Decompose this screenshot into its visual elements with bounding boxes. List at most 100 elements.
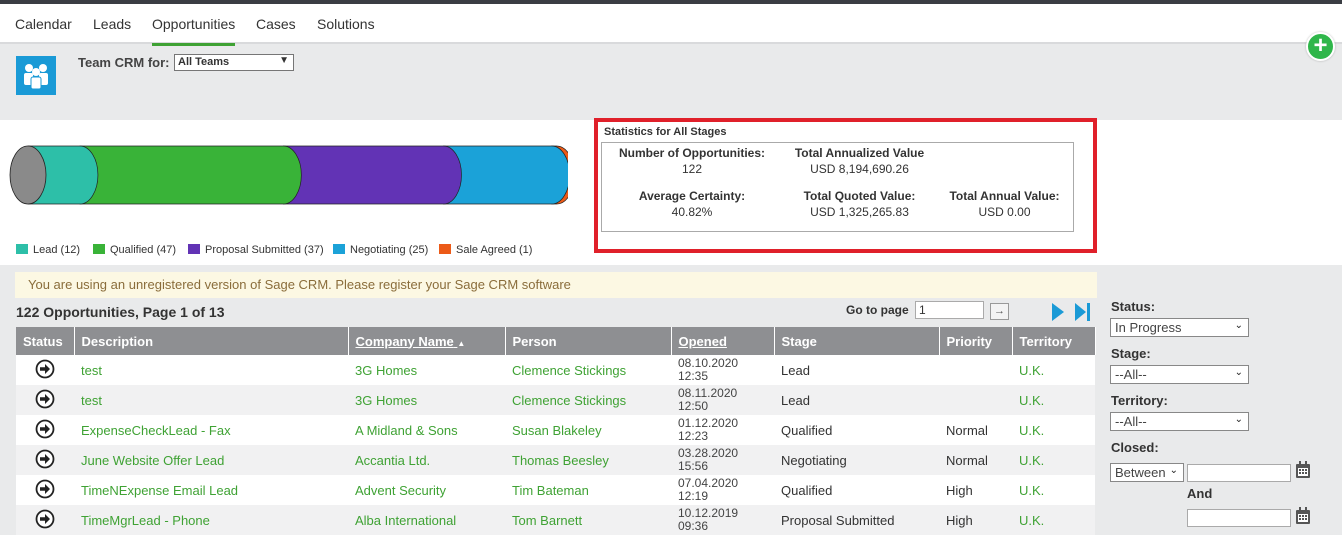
table-row[interactable]: TimeMgrLead - Phone Alba International Tom…: [16, 505, 1095, 535]
legend-item-qualified: Qualified (47): [93, 244, 176, 256]
description-link[interactable]: TimeMgrLead - Phone: [74, 505, 348, 535]
company-link[interactable]: Alba International: [348, 505, 505, 535]
closed-to-input[interactable]: [1187, 509, 1291, 527]
company-link[interactable]: Advent Security: [348, 475, 505, 505]
table-row[interactable]: TimeNExpense Email Lead Advent Security Ti…: [16, 475, 1095, 505]
filter-territory-value: --All--: [1115, 414, 1147, 429]
description-link[interactable]: June Website Offer Lead: [74, 445, 348, 475]
new-opportunity-button[interactable]: +: [1306, 32, 1335, 61]
description-link[interactable]: test: [74, 355, 348, 385]
stat-value: 122: [681, 162, 703, 176]
chevron-down-icon: ⌄: [1169, 465, 1178, 476]
description-link[interactable]: TimeNExpense Email Lead: [74, 475, 348, 505]
legend-swatch: [439, 244, 451, 254]
status-cell: [16, 445, 74, 475]
team-select[interactable]: All Teams ▼: [174, 54, 294, 71]
stat-label: Number of Opportunities:: [619, 146, 765, 160]
tab-opportunities[interactable]: Opportunities: [152, 16, 235, 32]
territory-link[interactable]: U.K.: [1012, 475, 1095, 505]
filter-closed-mode-select[interactable]: Between ⌄: [1110, 463, 1184, 482]
col-territory: Territory: [1012, 327, 1096, 355]
person-link[interactable]: Susan Blakeley: [505, 415, 671, 445]
arrow-circle-icon[interactable]: [35, 419, 55, 439]
legend-item-lead: Lead (12): [16, 244, 80, 256]
chevron-down-icon: ▼: [279, 55, 289, 66]
priority-cell: Normal: [939, 445, 1012, 475]
pipeline-segment-proposal-submitted[interactable]: [282, 145, 462, 205]
tab-solutions[interactable]: Solutions: [317, 16, 375, 32]
last-page-icon[interactable]: [1073, 303, 1091, 321]
col-person: Person: [505, 327, 672, 355]
company-link[interactable]: A Midland & Sons: [348, 415, 505, 445]
stat-value: USD 1,325,265.83: [810, 205, 909, 219]
list-title: 122 Opportunities, Page 1 of 13: [16, 304, 225, 320]
territory-link[interactable]: U.K.: [1012, 355, 1095, 385]
territory-link[interactable]: U.K.: [1012, 505, 1095, 535]
person-link[interactable]: Tim Bateman: [505, 475, 671, 505]
stats-title: Statistics for All Stages: [604, 126, 727, 138]
description-link[interactable]: ExpenseCheckLead - Fax: [74, 415, 348, 445]
person-link[interactable]: Tom Barnett: [505, 505, 671, 535]
stat-total-annual-value: Total Annual Value: USD 0.00: [937, 189, 1072, 219]
status-cell: [16, 385, 74, 415]
stat-label: Average Certainty:: [638, 189, 746, 203]
tab-cases[interactable]: Cases: [256, 16, 296, 32]
arrow-circle-icon[interactable]: [35, 449, 55, 469]
company-link[interactable]: 3G Homes: [348, 355, 505, 385]
arrow-circle-icon[interactable]: [35, 509, 55, 529]
filter-status-select[interactable]: In Progress ⌄: [1110, 318, 1249, 337]
col-company-name[interactable]: Company Name ▲: [348, 327, 506, 355]
opportunities-table: Status Description Company Name ▲ Person…: [16, 327, 1096, 535]
table-row[interactable]: test 3G Homes Clemence Stickings 08.10.2020…: [16, 355, 1095, 385]
calendar-icon[interactable]: [1295, 507, 1311, 525]
tab-leads[interactable]: Leads: [93, 16, 131, 32]
filter-status-value: In Progress: [1115, 320, 1182, 335]
opened-time: 12:19: [678, 489, 709, 503]
territory-link[interactable]: U.K.: [1012, 445, 1095, 475]
opened-time: 12:35: [678, 369, 709, 383]
opened-cell: 01.12.2020 12:23: [671, 415, 774, 445]
territory-link[interactable]: U.K.: [1012, 415, 1095, 445]
legend-swatch: [333, 244, 345, 254]
stage-cell: Qualified: [774, 415, 939, 445]
stage-cell: Lead: [774, 385, 939, 415]
closed-from-input[interactable]: [1187, 464, 1291, 482]
goto-page-button[interactable]: →: [990, 303, 1009, 320]
arrow-circle-icon[interactable]: [35, 479, 55, 499]
pipeline-graphic: [9, 145, 568, 205]
goto-page-input[interactable]: 1: [915, 301, 984, 319]
opened-cell: 10.12.2019 09:36: [671, 505, 774, 535]
arrow-circle-icon[interactable]: [35, 359, 55, 379]
chevron-down-icon: ⌄: [1234, 320, 1243, 331]
pipeline-segment-qualified[interactable]: [79, 145, 302, 205]
plus-icon: +: [1313, 32, 1328, 59]
col-opened[interactable]: Opened: [671, 327, 775, 355]
col-description: Description: [74, 327, 349, 355]
filter-territory-select[interactable]: --All-- ⌄: [1110, 412, 1249, 431]
table-row[interactable]: test 3G Homes Clemence Stickings 08.11.2020…: [16, 385, 1095, 415]
filter-stage-select[interactable]: --All-- ⌄: [1110, 365, 1249, 384]
legend-item-negotiating: Negotiating (25): [333, 244, 428, 256]
pipeline-segment-negotiating[interactable]: [443, 145, 568, 205]
tab-calendar[interactable]: Calendar: [15, 16, 72, 32]
table-row[interactable]: June Website Offer Lead Accantia Ltd. Thom…: [16, 445, 1095, 475]
person-link[interactable]: Clemence Stickings: [505, 355, 671, 385]
person-link[interactable]: Thomas Beesley: [505, 445, 671, 475]
description-link[interactable]: test: [74, 385, 348, 415]
arrow-circle-icon[interactable]: [35, 389, 55, 409]
filter-closed-mode-value: Between: [1115, 465, 1166, 480]
legend-swatch: [188, 244, 200, 254]
stat-label: Total Annualized Value: [794, 146, 925, 160]
stat-number-of-opportunities: Number of Opportunities: 122: [612, 146, 772, 176]
company-link[interactable]: Accantia Ltd.: [348, 445, 505, 475]
person-link[interactable]: Clemence Stickings: [505, 385, 671, 415]
table-row[interactable]: ExpenseCheckLead - Fax A Midland & Sons Su…: [16, 415, 1095, 445]
next-page-icon[interactable]: [1052, 303, 1064, 321]
opened-cell: 08.11.2020 12:50: [671, 385, 774, 415]
opened-time: 15:56: [678, 459, 709, 473]
col-status: Status: [16, 327, 75, 355]
company-link[interactable]: 3G Homes: [348, 385, 505, 415]
pipeline-end-cap: [9, 145, 47, 205]
calendar-icon[interactable]: [1295, 461, 1311, 479]
territory-link[interactable]: U.K.: [1012, 385, 1095, 415]
